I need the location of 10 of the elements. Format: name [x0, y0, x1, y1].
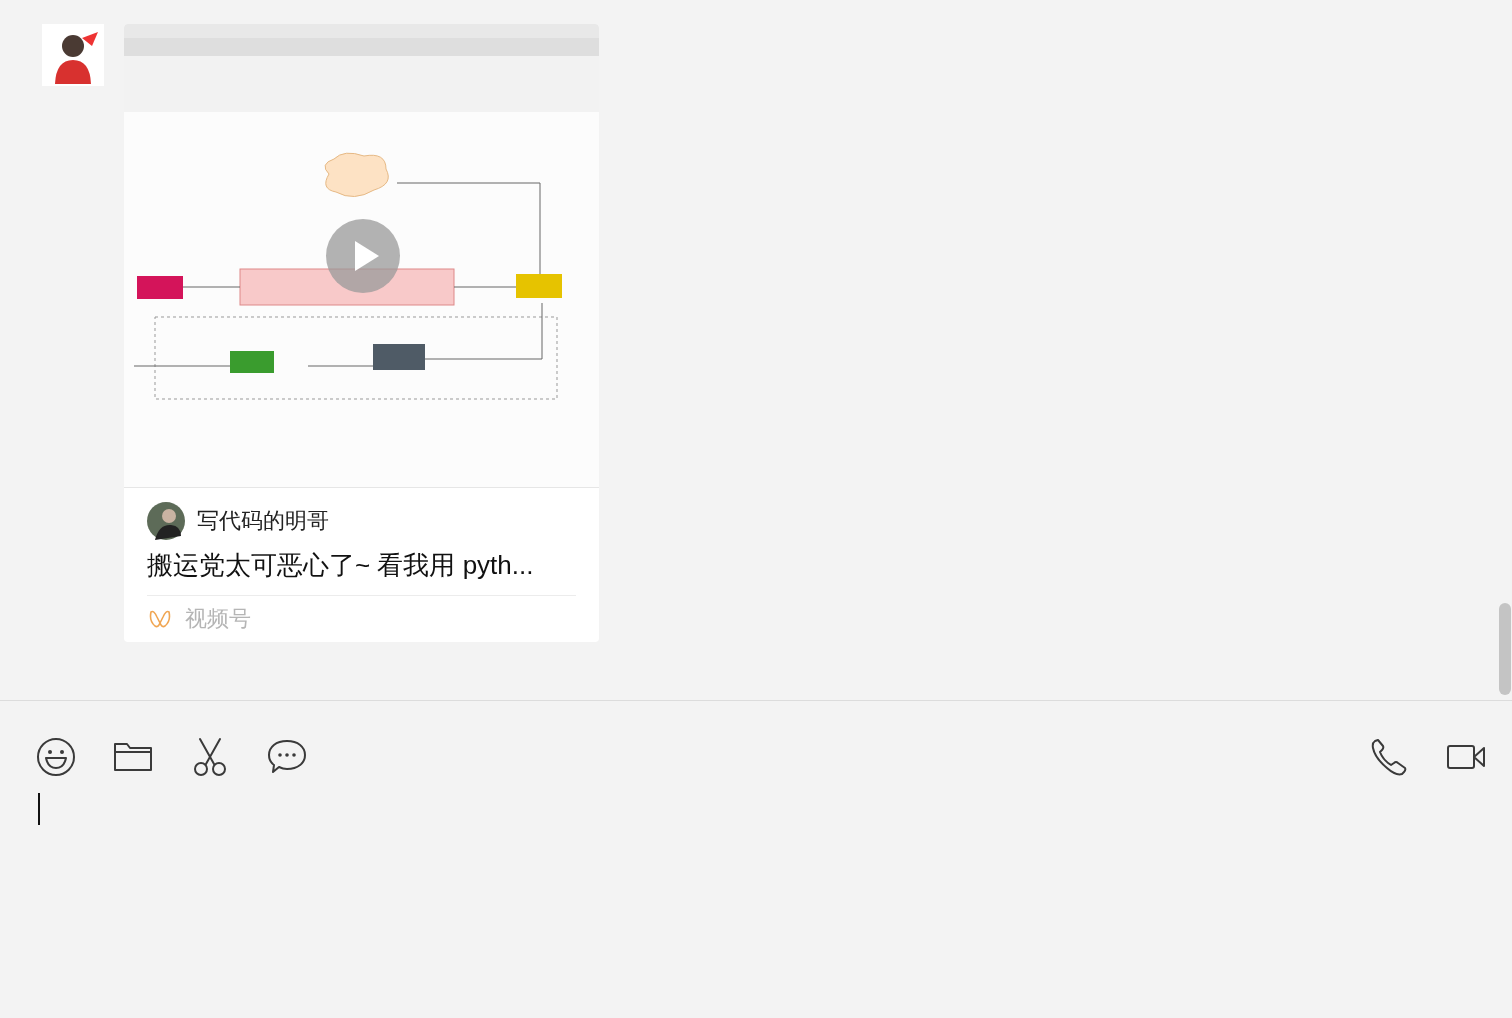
scrollbar[interactable]: [1499, 603, 1511, 695]
channels-logo-icon: [149, 609, 171, 629]
video-title: 搬运党太可恶心了~ 看我用 pyth...: [147, 548, 576, 596]
channel-name: 写代码的明哥: [197, 507, 329, 535]
video-card[interactable]: 写代码的明哥 搬运党太可恶心了~ 看我用 pyth... 视频号: [124, 24, 599, 642]
channel-avatar: [147, 502, 185, 540]
phone-icon[interactable]: [1369, 737, 1409, 777]
emoji-icon[interactable]: [36, 737, 76, 777]
user-avatar[interactable]: [42, 24, 104, 86]
source-label: 视频号: [185, 605, 251, 633]
